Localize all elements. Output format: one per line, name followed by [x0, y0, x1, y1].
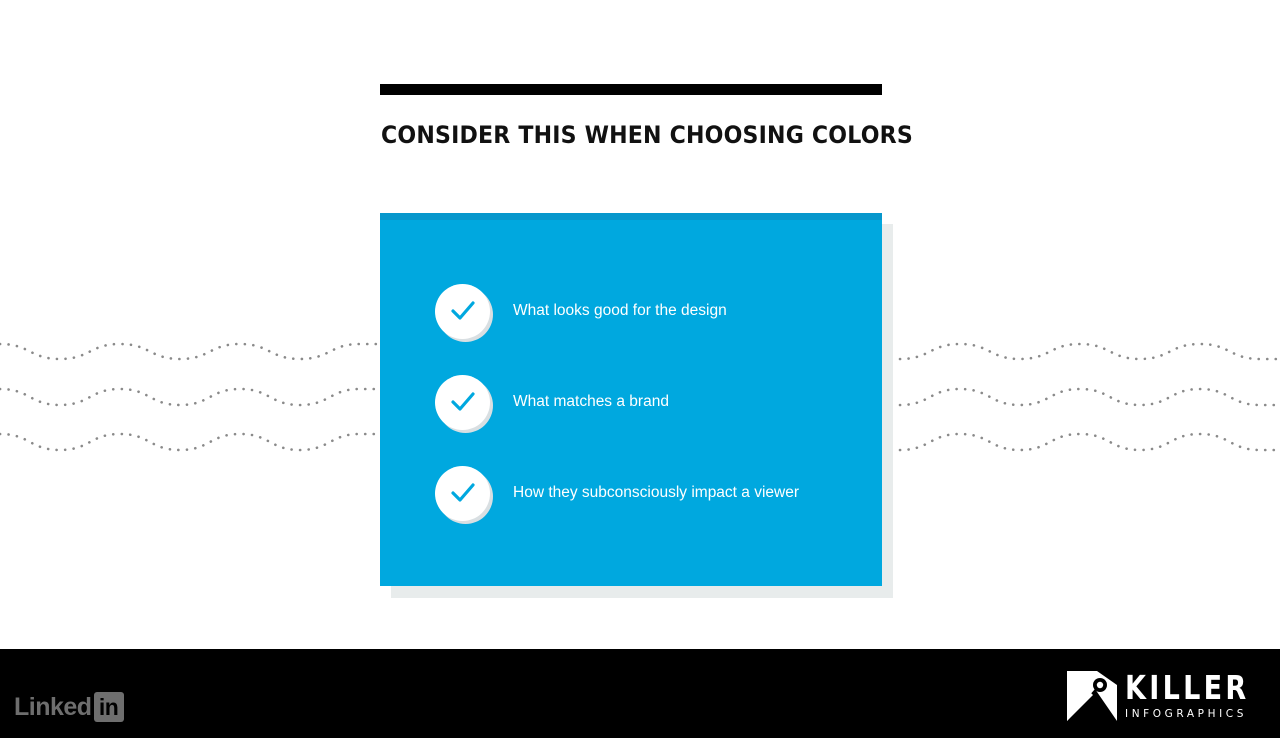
checklist-card: What looks good for the design What matc… — [380, 213, 882, 586]
checkmark-icon — [435, 374, 490, 430]
slide-title: CONSIDER THIS WHEN CHOOSING COLORS — [381, 121, 913, 149]
killer-infographics-logo: KILLER INFOGRAPHICS — [1067, 670, 1246, 723]
checklist-item-label: What matches a brand — [513, 393, 669, 410]
checklist-item: What matches a brand — [435, 374, 669, 430]
checklist-item: How they subconsciously impact a viewer — [435, 465, 799, 521]
linkedin-logo: Linked in — [14, 692, 124, 722]
checklist-item-label: How they subconsciously impact a viewer — [513, 484, 800, 501]
checkmark-icon — [435, 283, 490, 339]
brand-subtitle: INFOGRAPHICS — [1125, 708, 1247, 720]
linkedin-in-badge: in — [93, 692, 124, 722]
checklist-item-label: What looks good for the design — [513, 302, 727, 319]
slide: CONSIDER THIS WHEN CHOOSING COLORS What … — [0, 0, 1280, 738]
checklist-item: What looks good for the design — [435, 283, 727, 339]
linkedin-wordmark: Linked — [14, 692, 92, 721]
title-rule — [380, 84, 882, 95]
checkmark-icon — [435, 465, 490, 521]
killer-infographics-mark-icon — [1067, 671, 1117, 721]
brand-name: KILLER — [1125, 668, 1250, 707]
